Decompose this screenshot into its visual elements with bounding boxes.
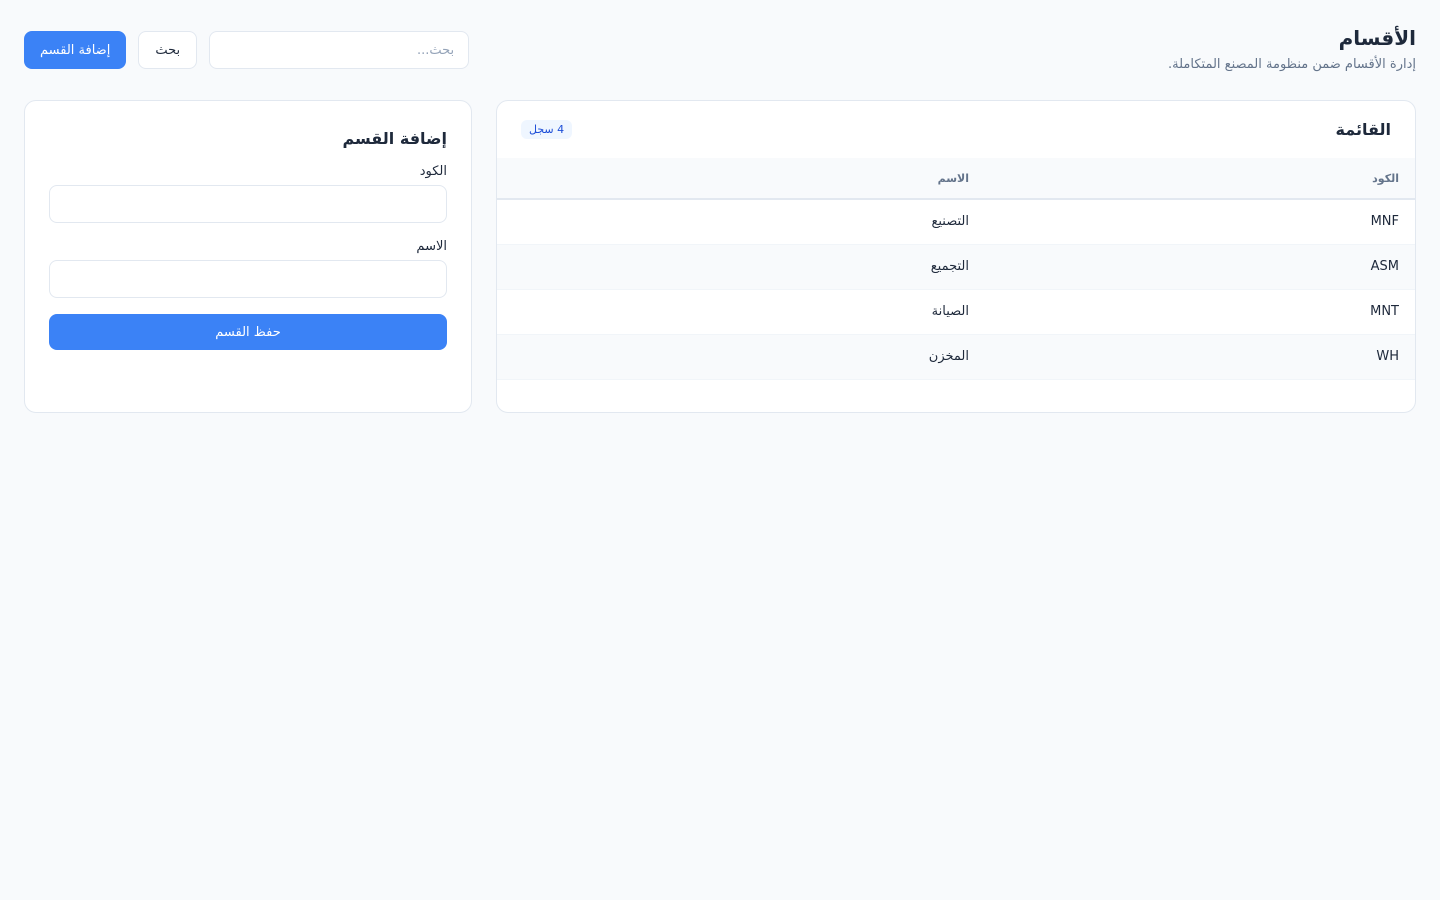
search-button[interactable]: بحث: [138, 31, 198, 69]
count-badge: 4 سجل: [521, 120, 573, 139]
code-field-group: الكود: [49, 164, 447, 223]
search-input[interactable]: [209, 31, 470, 69]
table-row[interactable]: WH المخزن: [497, 334, 1415, 380]
page-subtitle: إدارة الأقسام ضمن منظومة المصنع المتكامل…: [1168, 57, 1416, 72]
departments-table: الكود الاسم MNF التصنيع ASM التجميع MNT: [497, 158, 1415, 380]
add-department-form: إضافة القسم الكود الاسم حفظ القسم: [24, 100, 472, 413]
name-field-label: الاسم: [416, 239, 447, 254]
table-header-row: الكود الاسم: [497, 158, 1415, 199]
cell-name: التصنيع: [497, 199, 985, 245]
column-header-name[interactable]: الاسم: [497, 158, 985, 199]
form-title: إضافة القسم: [342, 129, 447, 148]
code-field-label: الكود: [419, 164, 447, 179]
main-content: القائمة 4 سجل الكود الاسم MNF التصنيع AS…: [24, 100, 1416, 413]
add-department-button[interactable]: إضافة القسم: [24, 31, 127, 69]
page: الأقسام إدارة الأقسام ضمن منظومة المصنع …: [0, 0, 1440, 900]
column-header-code[interactable]: الكود: [985, 158, 1415, 199]
header-text: الأقسام إدارة الأقسام ضمن منظومة المصنع …: [1168, 24, 1416, 74]
list-header: القائمة 4 سجل: [497, 101, 1415, 158]
name-field[interactable]: [49, 260, 447, 298]
table-row[interactable]: MNT الصيانة: [497, 289, 1415, 335]
header-actions: بحث إضافة القسم: [24, 31, 470, 69]
cell-code: MNF: [985, 199, 1415, 245]
list-title: القائمة: [1335, 120, 1391, 139]
cell-code: WH: [985, 334, 1415, 380]
table-row[interactable]: ASM التجميع: [497, 244, 1415, 290]
page-header: الأقسام إدارة الأقسام ضمن منظومة المصنع …: [24, 24, 1416, 76]
cell-code: MNT: [985, 289, 1415, 335]
cell-name: الصيانة: [497, 289, 985, 335]
page-title: الأقسام: [1338, 26, 1416, 50]
code-field[interactable]: [49, 185, 447, 223]
name-field-group: الاسم: [49, 239, 447, 298]
table-row[interactable]: MNF التصنيع: [497, 199, 1415, 245]
cell-code: ASM: [985, 244, 1415, 290]
cell-name: التجميع: [497, 244, 985, 290]
list-card: القائمة 4 سجل الكود الاسم MNF التصنيع AS…: [496, 100, 1416, 413]
save-department-button[interactable]: حفظ القسم: [49, 314, 447, 350]
cell-name: المخزن: [497, 334, 985, 380]
